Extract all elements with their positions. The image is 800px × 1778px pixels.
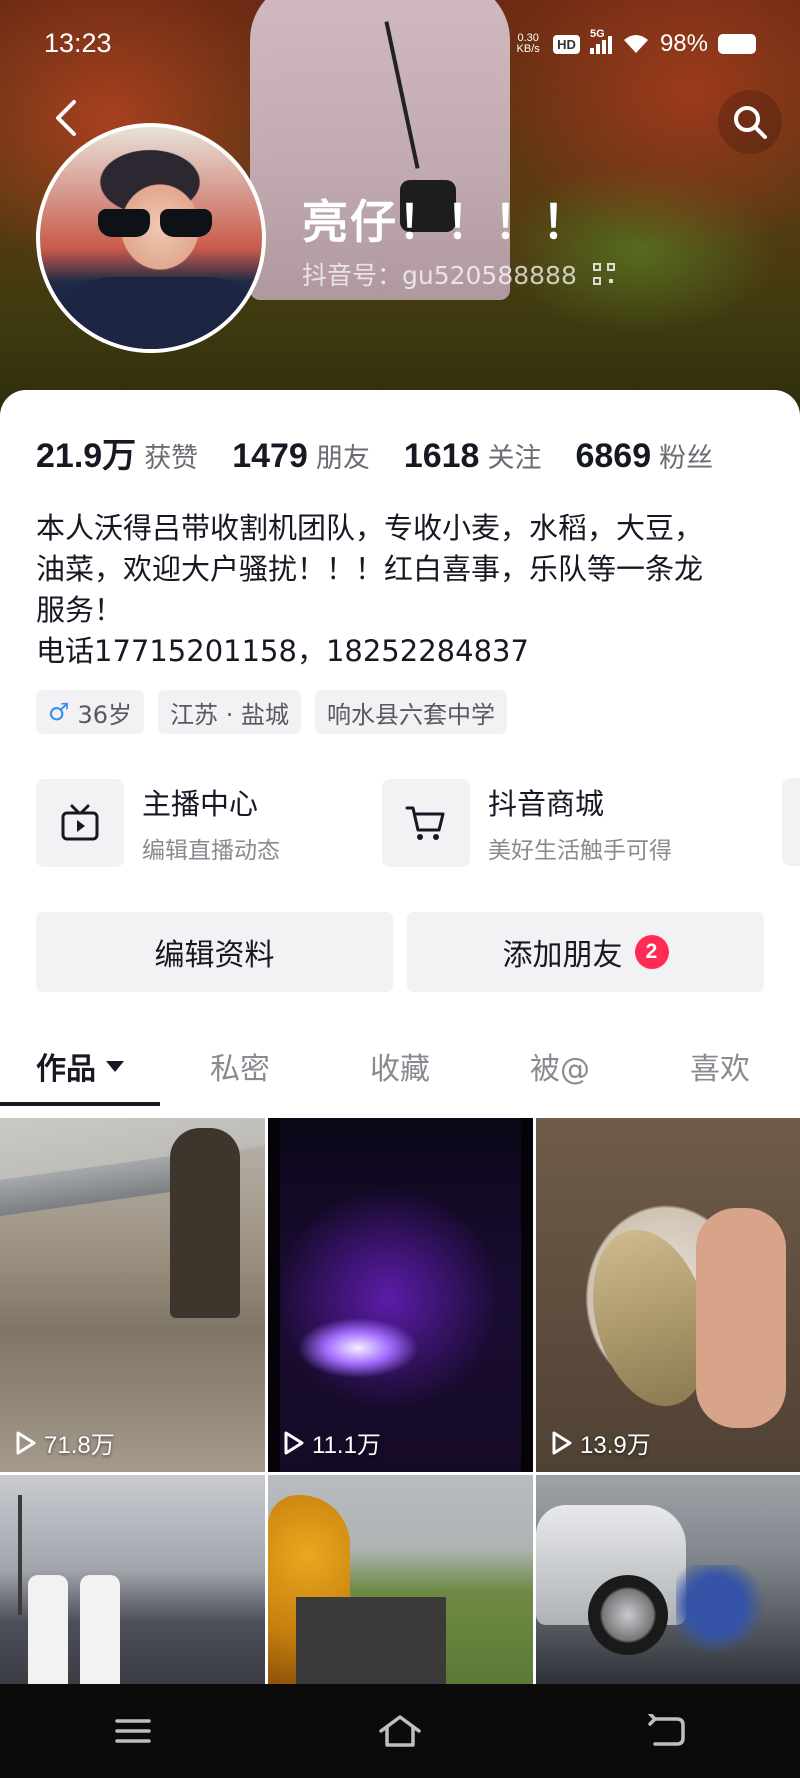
network-speed: 0.30 KB/s	[513, 33, 543, 55]
status-indicators: 0.30 KB/s HD 5G 98%	[513, 28, 756, 58]
add-friends-label: 添加朋友	[502, 938, 623, 973]
stat-value: 6869	[575, 437, 652, 475]
play-count: 13.9万	[550, 1425, 651, 1460]
service-shortcuts: 主播中心 编辑直播动态 抖音商城 美好生活触手可得	[36, 778, 800, 870]
tag-gender-age: ♂ 36岁	[36, 690, 145, 734]
play-count-value: 71.8万	[44, 1432, 115, 1459]
video-thumbnail[interactable]: 11.1万	[268, 1118, 533, 1472]
status-bar: 13:23 0.30 KB/s HD 5G 98%	[0, 0, 800, 90]
avatar-sunglasses	[98, 209, 218, 237]
tag-age: 36岁	[77, 700, 133, 729]
play-count: 71.8万	[14, 1425, 115, 1460]
stat-value: 1618	[403, 437, 480, 475]
stat-label: 获赞	[144, 443, 199, 474]
video-grid: 71.8万 11.1万 13.9万	[0, 1118, 800, 1685]
stat-following[interactable]: 1618 关注	[404, 436, 542, 476]
system-nav-bar	[0, 1684, 800, 1778]
status-time: 13:23	[44, 28, 112, 58]
play-icon	[16, 1431, 36, 1454]
notification-badge: 2	[634, 935, 669, 969]
tag-school: 响水县六套中学	[314, 690, 507, 734]
tab-label: 收藏	[370, 1052, 430, 1087]
play-count-value: 13.9万	[580, 1432, 651, 1459]
bio-line: 服务！	[36, 593, 124, 627]
play-count: 11.1万	[282, 1425, 381, 1460]
tab-works[interactable]: 作品	[0, 1026, 160, 1106]
active-tab-indicator	[0, 1102, 160, 1106]
search-icon	[734, 106, 767, 139]
play-count-value: 11.1万	[312, 1432, 381, 1459]
tab-mentioned[interactable]: 被@	[480, 1026, 640, 1106]
edit-profile-button[interactable]: 编辑资料	[36, 912, 393, 992]
caret-down-icon	[106, 1060, 124, 1072]
qr-code-icon[interactable]	[592, 263, 615, 285]
douyin-id-row[interactable]: 抖音号：gu520588888	[302, 256, 615, 292]
tab-label: 喜欢	[690, 1052, 750, 1087]
hd-icon: HD	[553, 34, 580, 54]
bio-line: 电话17715201158，18252284837	[36, 634, 529, 668]
stat-value: 1479	[232, 437, 308, 475]
play-icon	[552, 1431, 572, 1454]
tab-label: 作品	[36, 1052, 96, 1087]
tab-label: 私密	[210, 1052, 270, 1087]
service-next-peek[interactable]	[782, 778, 800, 866]
search-button[interactable]	[718, 90, 782, 154]
service-douyin-mall[interactable]: 抖音商城 美好生活触手可得	[382, 778, 672, 868]
home-icon	[379, 1715, 421, 1747]
stat-likes[interactable]: 21.9万 获赞	[36, 428, 198, 477]
stat-followers[interactable]: 6869 粉丝	[575, 436, 713, 476]
tv-icon	[36, 779, 124, 867]
stat-value: 21.9万	[36, 437, 137, 475]
play-icon	[284, 1431, 304, 1454]
battery-percent: 98%	[659, 30, 708, 57]
network-type-label: 5G	[589, 28, 605, 40]
video-thumbnail[interactable]	[536, 1475, 800, 1685]
home-button[interactable]	[360, 1701, 440, 1761]
back-nav-button[interactable]	[627, 1701, 707, 1761]
stat-label: 粉丝	[659, 443, 714, 474]
add-friends-button[interactable]: 添加朋友 2	[407, 912, 764, 992]
profile-tags: ♂ 36岁 江苏 · 盐城 响水县六套中学	[36, 690, 507, 734]
service-subtitle: 编辑直播动态	[142, 838, 280, 864]
menu-icon	[115, 1719, 152, 1743]
video-thumbnail[interactable]: 13.9万	[536, 1118, 800, 1472]
bio-line: 本人沃得吕带收割机团队，专收小麦，水稻，大豆，	[36, 511, 704, 545]
stat-friends[interactable]: 1479 朋友	[232, 436, 370, 476]
tab-likes[interactable]: 喜欢	[640, 1026, 800, 1106]
tag-location: 江苏 · 盐城	[158, 690, 301, 734]
tab-private[interactable]: 私密	[160, 1026, 320, 1106]
video-thumbnail[interactable]	[0, 1475, 265, 1685]
video-thumbnail[interactable]: 71.8万	[0, 1118, 265, 1472]
service-title: 主播中心	[142, 787, 259, 821]
male-icon: ♂	[48, 698, 70, 726]
back-arrow-icon	[56, 100, 76, 136]
profile-actions: 编辑资料 添加朋友 2	[36, 912, 764, 992]
cart-icon	[382, 779, 470, 867]
video-thumbnail[interactable]	[268, 1475, 533, 1685]
menu-button[interactable]	[93, 1701, 173, 1761]
stat-label: 关注	[487, 443, 542, 474]
profile-nickname: 亮仔！！！！	[302, 195, 590, 249]
stat-label: 朋友	[315, 443, 370, 474]
network-speed-unit: KB/s	[516, 43, 540, 55]
service-live-center[interactable]: 主播中心 编辑直播动态	[36, 778, 280, 868]
tab-favorites[interactable]: 收藏	[320, 1026, 480, 1106]
profile-bio: 本人沃得吕带收割机团队，专收小麦，水稻，大豆， 油菜，欢迎大户骚扰！！！红白喜事…	[36, 508, 766, 672]
avatar-body	[60, 277, 260, 349]
service-title: 抖音商城	[488, 787, 605, 821]
back-button[interactable]	[44, 96, 88, 140]
stats-row: 21.9万 获赞 1479 朋友 1618 关注 6869 粉丝	[36, 428, 747, 477]
tab-label: 被@	[530, 1052, 590, 1087]
edit-profile-label: 编辑资料	[154, 938, 275, 973]
service-subtitle: 美好生活触手可得	[488, 838, 672, 864]
bio-line: 油菜，欢迎大户骚扰！！！红白喜事，乐队等一条龙	[36, 552, 704, 586]
content-tabs: 作品 私密 收藏 被@ 喜欢	[0, 1026, 800, 1110]
back-nav-icon	[647, 1714, 685, 1746]
signal-icon: 5G	[589, 28, 612, 54]
avatar[interactable]	[36, 123, 266, 353]
wifi-icon	[623, 35, 648, 53]
battery-icon	[718, 34, 756, 54]
douyin-id: 抖音号：gu520588888	[302, 261, 577, 290]
